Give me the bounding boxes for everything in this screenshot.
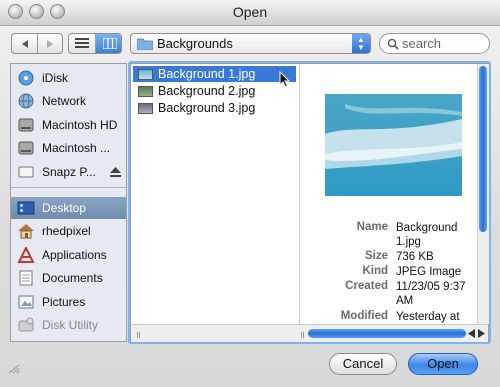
sidebar-item-network[interactable]: Network: [11, 90, 126, 112]
modified-label: Modified: [340, 310, 388, 322]
hard-drive-icon: [18, 118, 34, 132]
image-thumbnail-icon: [138, 86, 153, 97]
popup-arrows-icon: ▲ ▼: [352, 34, 370, 53]
network-globe-icon: [18, 93, 34, 109]
horizontal-scrollbar[interactable]: ॥ ॥: [131, 324, 488, 342]
sky-preview-image: [325, 94, 462, 196]
created-label: Created: [345, 280, 388, 292]
scroll-left-arrow-icon[interactable]: [467, 329, 476, 338]
kind-value: JPEG Image: [396, 266, 462, 278]
back-button[interactable]: [12, 34, 38, 53]
sidebar-item-snapz[interactable]: Snapz P...: [11, 161, 126, 183]
sidebar-item-idisk[interactable]: iDisk: [11, 67, 126, 89]
list-view-button[interactable]: [69, 34, 96, 53]
sidebar: iDisk Network Macintosh HD Macintosh ...…: [10, 63, 127, 342]
cancel-button[interactable]: Cancel: [329, 353, 397, 375]
back-arrow-icon: [21, 39, 28, 48]
open-dialog: Open Backgrounds ▲ ▼ search iDisk Networ…: [0, 0, 500, 387]
desktop-icon: [17, 201, 35, 215]
image-thumbnail-icon: [138, 69, 153, 80]
size-value: 736 KB: [396, 251, 434, 263]
documents-folder-icon: [19, 270, 33, 286]
preview-image: [325, 94, 462, 196]
kind-label: Kind: [362, 265, 388, 277]
open-button[interactable]: Open: [408, 353, 478, 375]
column-resize-handle-icon[interactable]: ॥: [299, 327, 305, 341]
file-item[interactable]: Background 1.jpg: [133, 66, 296, 82]
image-thumbnail-icon: [138, 103, 153, 114]
sidebar-item-applications[interactable]: Applications: [11, 244, 126, 266]
column-view-button[interactable]: [96, 34, 121, 53]
preview-pane: Name Background 1.jpg Size 736 KB Kind J…: [301, 64, 476, 324]
eject-icon[interactable]: [110, 167, 121, 177]
window-title: Open: [232, 4, 268, 20]
sidebar-divider: [11, 187, 126, 188]
horizontal-scroll-thumb[interactable]: [308, 329, 466, 338]
search-field: [379, 33, 490, 54]
location-label: Backgrounds: [157, 36, 233, 51]
disk-utility-icon: [18, 317, 34, 332]
search-input[interactable]: [402, 35, 486, 52]
idisk-icon: [18, 70, 34, 86]
search-icon: [387, 38, 399, 50]
sidebar-item-macintosh-2[interactable]: Macintosh ...: [11, 137, 126, 159]
sidebar-item-pictures[interactable]: Pictures: [11, 291, 126, 313]
size-label: Size: [364, 250, 388, 262]
name-value: Background 1.jpg: [396, 222, 458, 248]
file-item[interactable]: Background 2.jpg: [133, 83, 296, 99]
scroll-right-arrow-icon[interactable]: [477, 329, 486, 338]
sidebar-item-macintosh-hd[interactable]: Macintosh HD: [11, 114, 126, 136]
sidebar-item-disk-utility[interactable]: Disk Utility: [11, 314, 126, 336]
list-view-icon: [75, 38, 89, 48]
title-bar: Open: [0, 0, 500, 26]
disk-image-icon: [18, 166, 34, 178]
applications-icon: [17, 247, 35, 263]
sidebar-item-desktop[interactable]: Desktop: [11, 197, 126, 219]
modified-value: Yesterday at: [396, 311, 460, 323]
vertical-scrollbar[interactable]: [477, 64, 489, 324]
view-mode-control: [68, 33, 122, 54]
folder-icon: [137, 38, 153, 50]
created-value: 11/23/05 9:37 AM: [396, 281, 466, 307]
file-item[interactable]: Background 3.jpg: [133, 100, 296, 116]
name-label: Name: [356, 221, 388, 233]
location-popup[interactable]: Backgrounds ▲ ▼: [130, 33, 371, 54]
column-resize-handle-icon[interactable]: ॥: [135, 327, 141, 341]
file-column: Background 1.jpg Background 2.jpg Backgr…: [131, 64, 300, 341]
vertical-scroll-thumb[interactable]: [479, 66, 487, 232]
forward-arrow-icon: [47, 39, 53, 48]
mouse-pointer-icon: [279, 71, 291, 88]
file-browser: Background 1.jpg Background 2.jpg Backgr…: [130, 63, 489, 342]
home-icon: [18, 224, 34, 239]
hard-drive-icon: [18, 141, 34, 155]
column-view-icon: [102, 38, 117, 49]
back-forward-control: [11, 33, 63, 54]
sidebar-item-rhedpixel[interactable]: rhedpixel: [11, 220, 126, 242]
pictures-folder-icon: [18, 295, 34, 309]
resize-handle-icon[interactable]: [7, 363, 21, 375]
sidebar-item-documents[interactable]: Documents: [11, 267, 126, 289]
forward-button[interactable]: [38, 34, 62, 53]
